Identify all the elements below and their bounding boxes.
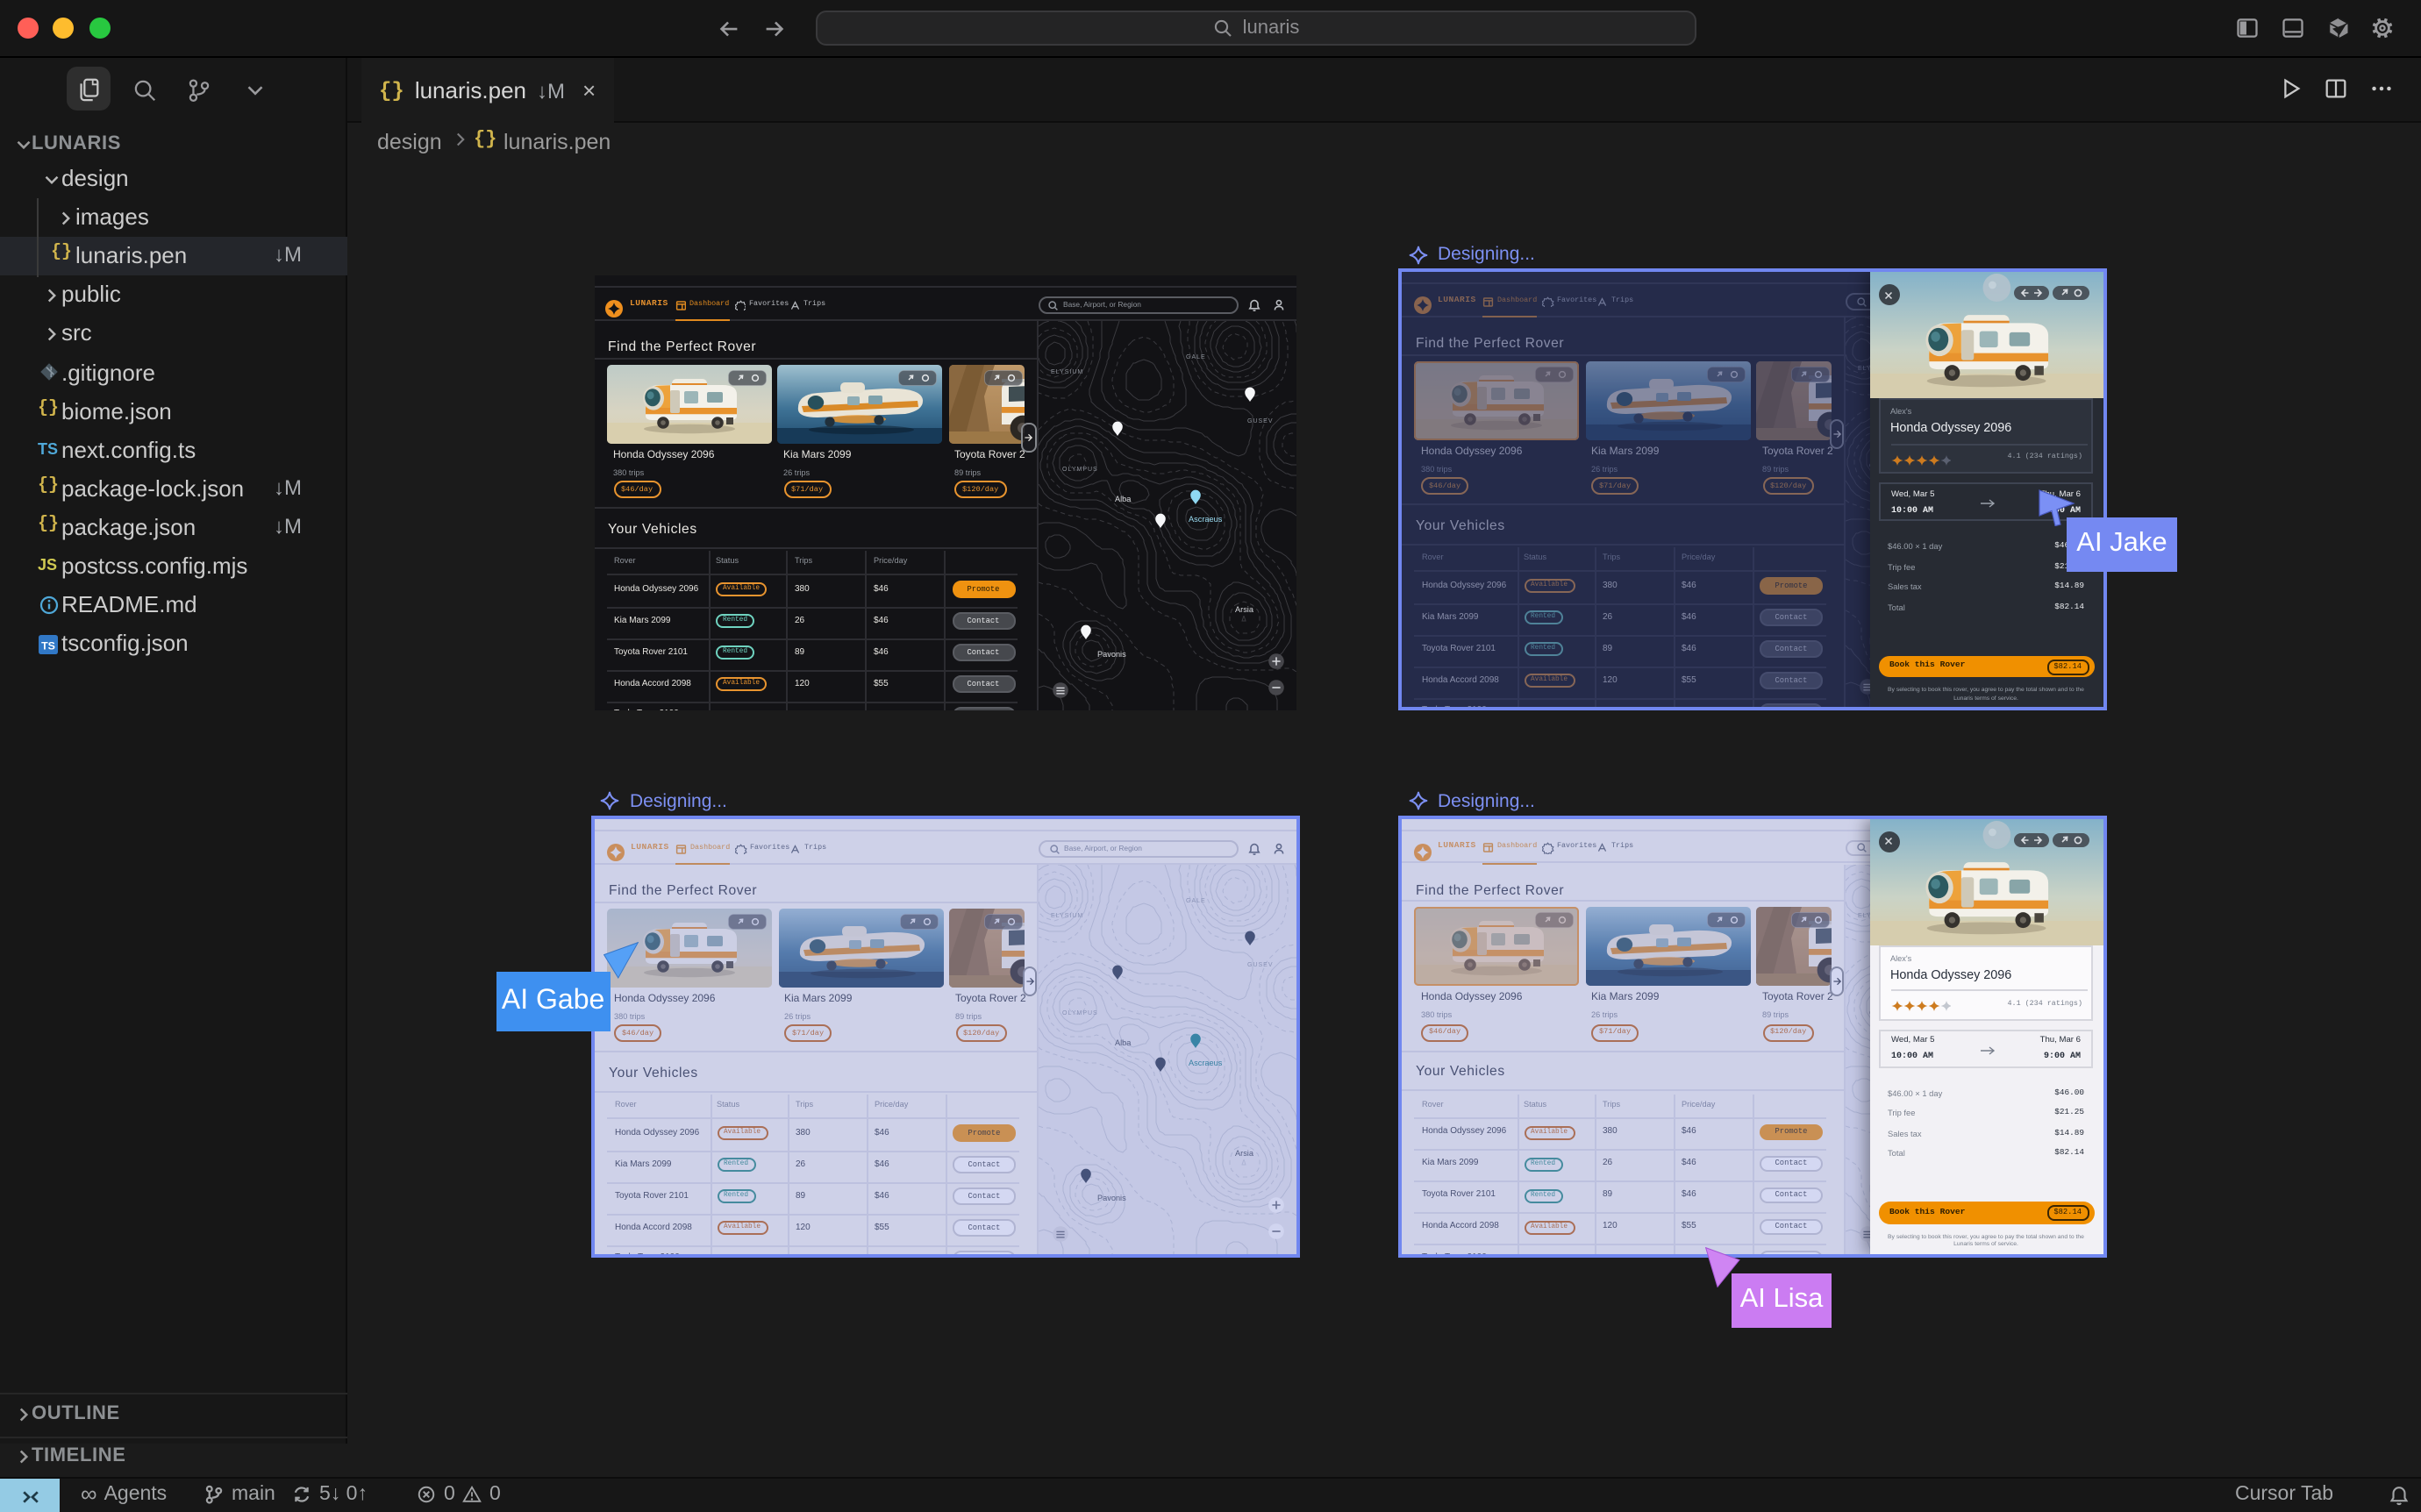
svg-text:OLYMPUS: OLYMPUS	[1062, 1010, 1098, 1016]
svg-text:Ascraeus: Ascraeus	[1188, 515, 1222, 524]
svg-text:GALE: GALE	[1186, 898, 1206, 904]
svg-text:Pavonis: Pavonis	[1097, 1194, 1126, 1202]
svg-text:ELYSIUM: ELYSIUM	[1051, 913, 1083, 919]
svg-text:Arsia: Arsia	[1234, 605, 1253, 614]
svg-text:TS: TS	[40, 639, 54, 652]
svg-text:OLYMPUS: OLYMPUS	[1061, 467, 1097, 473]
svg-text:ELYSIUM: ELYSIUM	[1050, 369, 1082, 375]
svg-text:GUSEV: GUSEV	[1247, 962, 1274, 968]
svg-text:Arsia: Arsia	[1235, 1149, 1254, 1158]
svg-text:GUSEV: GUSEV	[1246, 418, 1273, 424]
svg-text:Alba: Alba	[1114, 495, 1131, 503]
svg-text:GALE: GALE	[1185, 354, 1205, 360]
svg-text:Alba: Alba	[1115, 1038, 1132, 1047]
svg-text:Ascraeus: Ascraeus	[1189, 1059, 1223, 1067]
svg-text:Pavonis: Pavonis	[1096, 650, 1125, 659]
